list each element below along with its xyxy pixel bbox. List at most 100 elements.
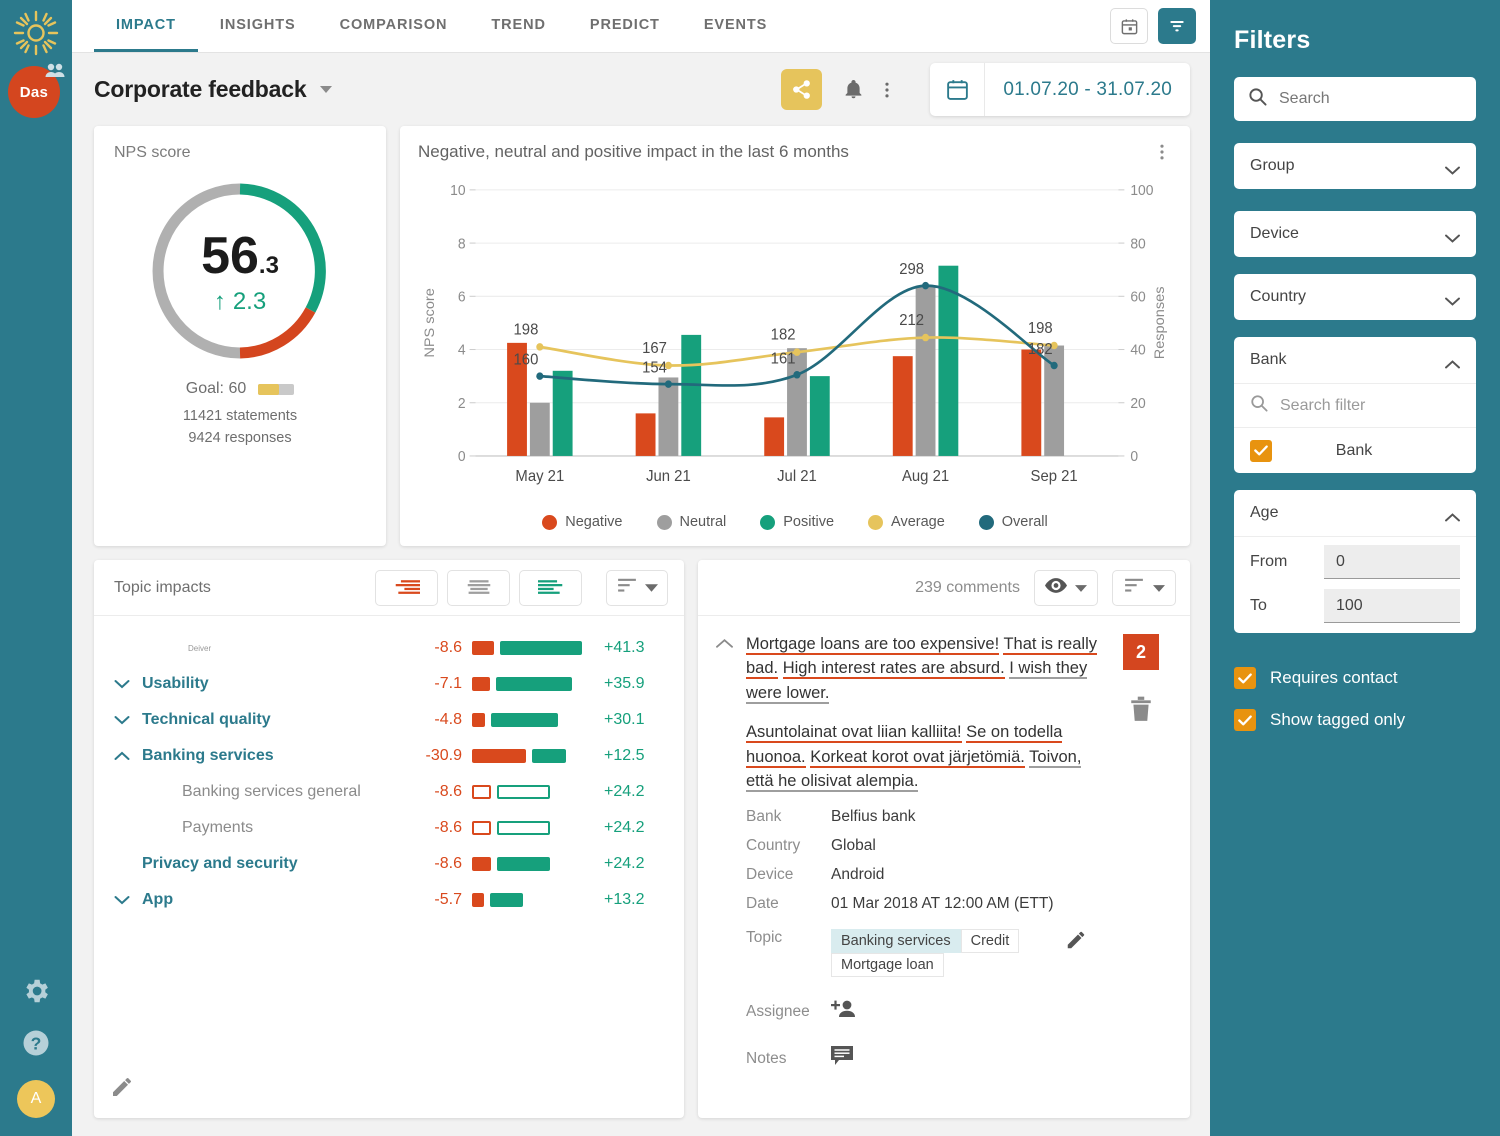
show-tagged-only-checkbox[interactable]: Show tagged only: [1234, 709, 1476, 731]
age-from-input[interactable]: 0: [1324, 545, 1460, 579]
tab-trend[interactable]: TREND: [469, 0, 567, 52]
topic-row[interactable]: Banking services-30.9+12.5: [94, 738, 684, 774]
filter-header-bank[interactable]: Bank: [1234, 337, 1476, 383]
meta-value: Belfius bank: [831, 808, 915, 826]
positive-bar: [497, 785, 550, 799]
requires-contact-checkbox[interactable]: Requires contact: [1234, 667, 1476, 689]
legend-color-swatch: [542, 515, 557, 530]
date-range-value[interactable]: 01.07.20 - 31.07.20: [985, 79, 1190, 101]
svg-text:212: 212: [899, 312, 924, 329]
date-range-picker[interactable]: 01.07.20 - 31.07.20: [930, 63, 1190, 116]
bank-option-bank[interactable]: Bank: [1234, 427, 1476, 473]
legend-item-overall[interactable]: Overall: [979, 514, 1048, 530]
gear-icon[interactable]: [21, 976, 51, 1006]
legend-item-neutral[interactable]: Neutral: [657, 514, 727, 530]
age-from-label: From: [1250, 553, 1310, 571]
bank-search-input[interactable]: Search filter: [1234, 383, 1476, 427]
calendar-icon[interactable]: [1110, 8, 1148, 44]
topic-row[interactable]: Usability-7.1+35.9: [94, 666, 684, 702]
topic-row[interactable]: Deiver-8.6+41.3: [94, 630, 684, 666]
topic-row[interactable]: Banking services general-8.6+24.2: [94, 774, 684, 810]
bars-left-icon[interactable]: [519, 570, 582, 606]
legend-item-positive[interactable]: Positive: [760, 514, 834, 530]
chevron-down-icon[interactable]: [114, 715, 142, 725]
topic-edit-pencil-icon[interactable]: [1065, 929, 1087, 956]
more-vertical-icon[interactable]: [870, 73, 904, 107]
sun-icon[interactable]: [11, 8, 61, 58]
tab-predict[interactable]: PREDICT: [568, 0, 682, 52]
checkbox-checked-icon[interactable]: [1234, 667, 1256, 689]
topic-chip[interactable]: Mortgage loan: [831, 953, 944, 977]
filter-header[interactable]: Device: [1234, 211, 1476, 257]
checkbox-checked-icon[interactable]: [1250, 440, 1272, 462]
topic-row[interactable]: Payments-8.6+24.2: [94, 810, 684, 846]
positive-bar: [497, 821, 550, 835]
workspace-avatar[interactable]: Das: [8, 66, 64, 122]
topic-chip[interactable]: Banking services: [831, 929, 961, 953]
group-icon: [44, 62, 66, 80]
age-to-input[interactable]: 100: [1324, 589, 1460, 623]
tab-events[interactable]: EVENTS: [682, 0, 789, 52]
legend-color-swatch: [868, 515, 883, 530]
help-icon[interactable]: ?: [21, 1028, 51, 1058]
eye-icon: [1045, 578, 1067, 598]
filter-group-bank: Bank Search filter Bank: [1234, 337, 1476, 473]
meta-value: Global: [831, 837, 876, 855]
legend-item-average[interactable]: Average: [868, 514, 945, 530]
trash-icon[interactable]: [1129, 696, 1153, 727]
topic-row[interactable]: Technical quality-4.8+30.1: [94, 702, 684, 738]
chevron-down-icon[interactable]: [114, 679, 142, 689]
chevron-down-icon[interactable]: [114, 895, 142, 905]
share-button[interactable]: [781, 69, 822, 110]
bank-option-label: Bank: [1272, 442, 1460, 460]
legend-item-negative[interactable]: Negative: [542, 514, 622, 530]
topic-row[interactable]: Privacy and security-8.6+24.2: [94, 846, 684, 882]
age-from-row: From 0: [1234, 536, 1476, 589]
comment-score-badge[interactable]: 2: [1123, 634, 1159, 670]
topic-impacts-header: Topic impacts: [94, 560, 684, 616]
topic-positive-value: +30.1: [604, 711, 658, 729]
comments-visibility-button[interactable]: [1034, 570, 1098, 606]
tab-insights[interactable]: INSIGHTS: [198, 0, 318, 52]
meta-key: Device: [746, 866, 831, 884]
sort-icon: [1123, 577, 1145, 598]
search-input[interactable]: Search: [1234, 77, 1476, 121]
tab-impact[interactable]: IMPACT: [94, 0, 198, 52]
chart-more-vertical-icon[interactable]: [1152, 142, 1172, 167]
user-avatar[interactable]: A: [17, 1080, 55, 1118]
topic-impact-bars: [472, 641, 594, 655]
topic-row[interactable]: App-5.7+13.2: [94, 882, 684, 918]
pencil-icon[interactable]: [110, 1075, 134, 1104]
tab-label: TREND: [491, 17, 545, 33]
bars-center-icon[interactable]: [447, 570, 510, 606]
tab-comparison[interactable]: COMPARISON: [318, 0, 470, 52]
gauge-readout: 56.3 ↑ 2.3: [145, 176, 335, 366]
svg-text:80: 80: [1130, 236, 1146, 252]
calendar-icon[interactable]: [930, 63, 985, 116]
chevron-up-icon[interactable]: [716, 632, 746, 1108]
filter-group-device[interactable]: Device: [1234, 211, 1476, 257]
filter-group-group[interactable]: Group: [1234, 143, 1476, 189]
bars-right-icon[interactable]: [375, 570, 438, 606]
filter-header-age[interactable]: Age: [1234, 490, 1476, 536]
topic-sort-button[interactable]: [606, 570, 668, 606]
filter-header[interactable]: Country: [1234, 274, 1476, 320]
svg-text:40: 40: [1130, 342, 1146, 358]
negative-bar: [472, 749, 526, 763]
add-person-icon[interactable]: [831, 999, 857, 1024]
comment-side-actions: 2: [1108, 632, 1174, 1108]
filter-group-country[interactable]: Country: [1234, 274, 1476, 320]
bell-icon[interactable]: [836, 73, 870, 107]
topic-chip[interactable]: Credit: [961, 929, 1020, 953]
checkbox-checked-icon[interactable]: [1234, 709, 1256, 731]
comments-sort-button[interactable]: [1112, 570, 1176, 606]
board-selector-caret-down-icon[interactable]: [320, 86, 332, 93]
topic-positive-value: +24.2: [604, 819, 658, 837]
funnel-icon[interactable]: [1158, 8, 1196, 44]
topic-impact-bars: [472, 677, 594, 691]
nps-score-card: NPS score 56.3 ↑: [94, 126, 386, 546]
chevron-up-icon[interactable]: [114, 751, 142, 761]
comment-assignee-row: Assignee: [746, 999, 1108, 1024]
filter-header[interactable]: Group: [1234, 143, 1476, 189]
note-icon[interactable]: [831, 1046, 853, 1071]
